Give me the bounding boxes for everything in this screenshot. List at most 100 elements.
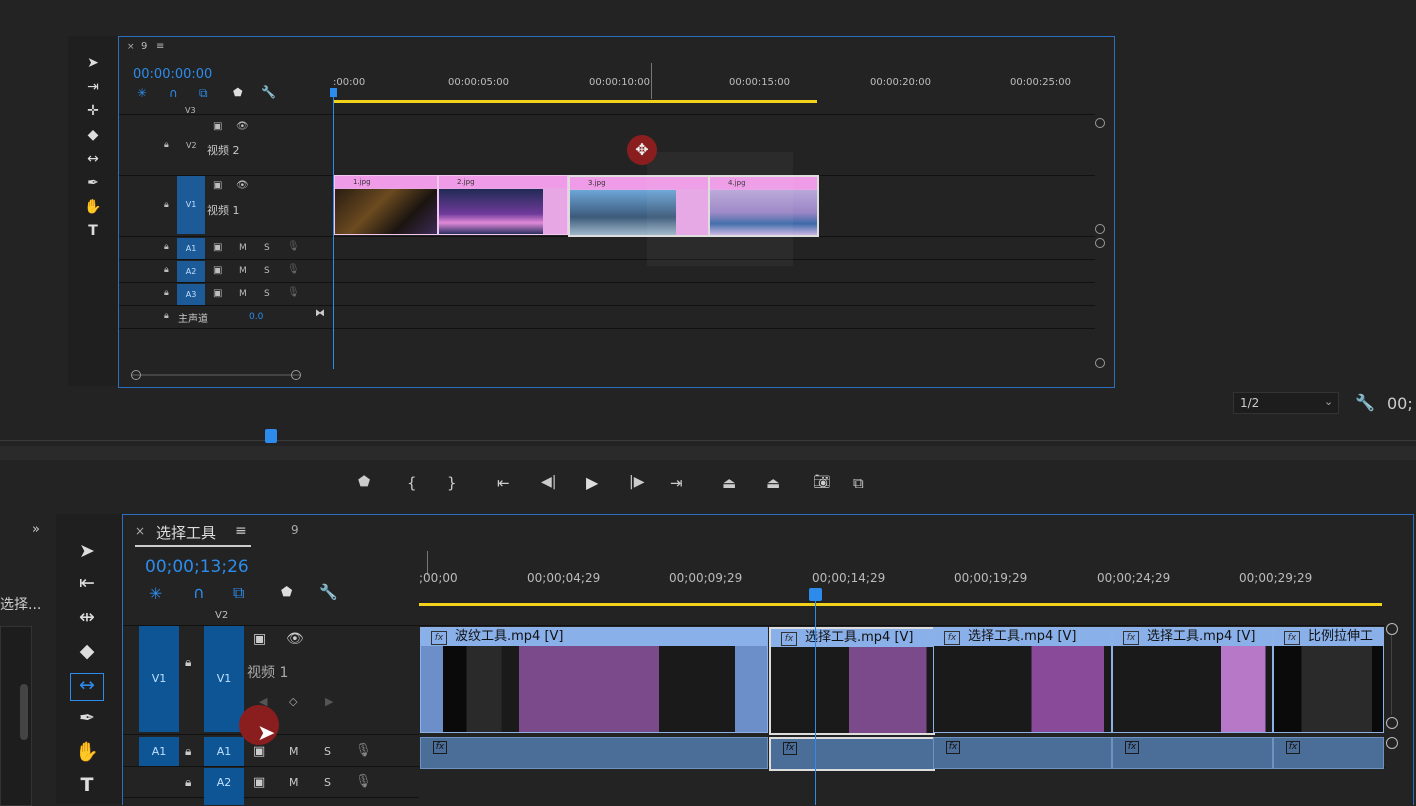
linked-selection-icon[interactable]: ⧉ [233, 583, 244, 603]
hand-tool-icon[interactable]: ✋ [82, 197, 104, 217]
next-keyframe-icon[interactable]: ▶ [325, 695, 333, 708]
track-a1-id[interactable]: A1 [177, 238, 205, 259]
pen-tool-icon[interactable]: ✒ [82, 173, 104, 193]
mute-button[interactable]: M [289, 776, 299, 789]
camera-icon[interactable]: 📷︎ [813, 474, 831, 490]
type-tool-icon[interactable]: T [82, 221, 104, 241]
video-clip[interactable]: 选择工具.mp4 [V] fx [1112, 627, 1273, 733]
mute-button[interactable]: M [289, 745, 299, 758]
clip-2[interactable]: 2.jpg [438, 175, 568, 235]
bottom-playhead-handle[interactable] [809, 588, 822, 601]
vertical-scrollbar[interactable] [1385, 619, 1399, 805]
close-tab-icon[interactable]: × [127, 42, 135, 52]
video-clip[interactable]: 比例拉伸工 fx [1273, 627, 1384, 733]
solo-button[interactable]: S [264, 243, 270, 253]
type-tool-icon[interactable]: T [74, 774, 100, 800]
bottom-tab-number[interactable]: 9 [291, 523, 299, 537]
hand-tool-icon[interactable]: ✋ [74, 740, 100, 766]
track-select-tool-icon[interactable]: ⇤ [74, 572, 100, 598]
audio-clip[interactable]: fx [933, 737, 1112, 769]
audio-clip[interactable]: fx [1112, 737, 1273, 769]
video-clip[interactable]: 波纹工具.mp4 [V] fx [420, 627, 768, 733]
monitor-scrollbar[interactable] [0, 446, 1416, 460]
lock-icon[interactable]: 🔒︎ [185, 655, 191, 670]
page-select[interactable]: 1/2 ⌄ [1233, 392, 1339, 414]
ripple-edit-tool-icon[interactable]: ✛ [82, 101, 104, 121]
film-icon[interactable]: ▣ [213, 288, 222, 299]
audio-clip[interactable]: fx [420, 737, 768, 769]
lock-icon[interactable]: 🔒︎ [164, 288, 169, 298]
video-clip[interactable]: 选择工具.mp4 [V] fx [933, 627, 1112, 733]
eye-icon[interactable]: 👁︎ [286, 631, 304, 647]
solo-button[interactable]: S [324, 745, 331, 758]
eye-icon[interactable]: 👁︎ [236, 121, 249, 132]
mute-button[interactable]: M [239, 289, 247, 299]
lift-icon[interactable]: ⏏ [722, 474, 736, 492]
lock-icon[interactable]: 🔒︎ [185, 744, 191, 759]
lock-icon[interactable]: 🔒︎ [185, 775, 191, 790]
nest-icon[interactable]: ✳ [149, 584, 162, 603]
panel-menu-icon[interactable]: ≡ [235, 523, 247, 539]
lock-icon[interactable]: 🔒︎ [164, 200, 169, 210]
extract-icon[interactable]: ⏏ [766, 474, 780, 492]
film-icon[interactable]: ▣ [253, 775, 265, 790]
film-icon[interactable]: ▣ [213, 180, 222, 191]
mic-icon[interactable]: 🎙︎ [287, 241, 300, 252]
add-marker-icon[interactable]: ⬟ [281, 585, 292, 600]
mute-button[interactable]: M [239, 243, 247, 253]
master-volume-value[interactable]: 0.0 [249, 312, 263, 322]
horizontal-scrollbar[interactable] [131, 370, 301, 380]
snap-magnet-icon[interactable]: ∩ [193, 583, 205, 602]
track-target-v1[interactable]: V1 [204, 626, 244, 732]
slip-tool-icon[interactable]: ↔ [70, 673, 104, 701]
settings-wrench-icon[interactable]: 🔧 [319, 583, 338, 601]
nest-icon[interactable]: ✳ [137, 86, 147, 100]
pen-tool-icon[interactable]: ✒ [74, 707, 100, 733]
bottom-timecode[interactable]: 00;00;13;26 [145, 557, 249, 577]
film-icon[interactable]: ▣ [213, 265, 222, 276]
bottom-time-ruler[interactable]: ;00;00 00;00;04;29 00;00;09;29 00;00;14;… [419, 551, 1385, 607]
audio-clip[interactable]: fx [1273, 737, 1384, 769]
compare-view-icon[interactable]: ⧉ [853, 474, 864, 492]
lock-icon[interactable]: 🔒︎ [164, 311, 169, 321]
top-playhead-handle[interactable] [330, 88, 337, 97]
add-marker-icon[interactable]: ⬟ [358, 474, 370, 490]
snap-magnet-icon[interactable]: ∩ [169, 86, 178, 100]
track-a2-id[interactable]: A2 [177, 261, 205, 282]
source-patch-v1[interactable]: V1 [139, 626, 179, 732]
go-to-in-icon[interactable]: ⇤ [497, 474, 510, 492]
track-target-a2[interactable]: A2 [204, 768, 244, 805]
slip-tool-icon[interactable]: ↔ [82, 149, 104, 169]
film-icon[interactable]: ▣ [213, 242, 222, 253]
track-v1-id[interactable]: V1 [177, 176, 205, 234]
mic-icon[interactable]: 🎙︎ [355, 774, 372, 789]
track-select-tool-icon[interactable]: ⇥ [82, 77, 104, 97]
settings-wrench-icon[interactable]: 🔧 [261, 85, 276, 99]
panel-menu-icon[interactable]: ≡ [156, 41, 164, 52]
expand-panels-icon[interactable]: » [32, 522, 40, 537]
film-icon[interactable]: ▣ [253, 744, 265, 759]
monitor-ruler[interactable] [0, 428, 1416, 446]
monitor-timecode[interactable]: 00; [1387, 394, 1413, 413]
lock-icon[interactable]: 🔒︎ [164, 140, 169, 150]
eye-icon[interactable]: 👁︎ [236, 180, 249, 191]
add-keyframe-icon[interactable]: ◇ [289, 695, 297, 708]
ripple-edit-tool-icon[interactable]: ⇹ [74, 606, 100, 632]
left-scrollbar[interactable] [20, 684, 28, 740]
film-icon[interactable]: ▣ [253, 631, 266, 647]
lock-icon[interactable]: 🔒︎ [164, 265, 169, 275]
track-a3-id[interactable]: A3 [177, 284, 205, 305]
top-tab-number[interactable]: 9 [141, 41, 147, 52]
master-end-icon[interactable]: ⧓ [315, 308, 325, 319]
lock-icon[interactable]: 🔒︎ [164, 242, 169, 252]
top-timecode[interactable]: 00:00:00:00 [133, 67, 212, 82]
step-forward-icon[interactable]: |▶ [629, 474, 644, 490]
play-icon[interactable]: ▶ [586, 473, 598, 492]
monitor-playhead[interactable] [265, 429, 277, 443]
video-clip[interactable]: 选择工具.mp4 [V] fx [769, 627, 935, 735]
linked-selection-icon[interactable]: ⧉ [199, 86, 208, 101]
track-target-a1[interactable]: A1 [204, 737, 244, 766]
mic-icon[interactable]: 🎙︎ [287, 264, 300, 275]
vertical-scrollbar[interactable] [1093, 114, 1105, 379]
selection-tool-icon[interactable]: ➤ [74, 540, 100, 566]
